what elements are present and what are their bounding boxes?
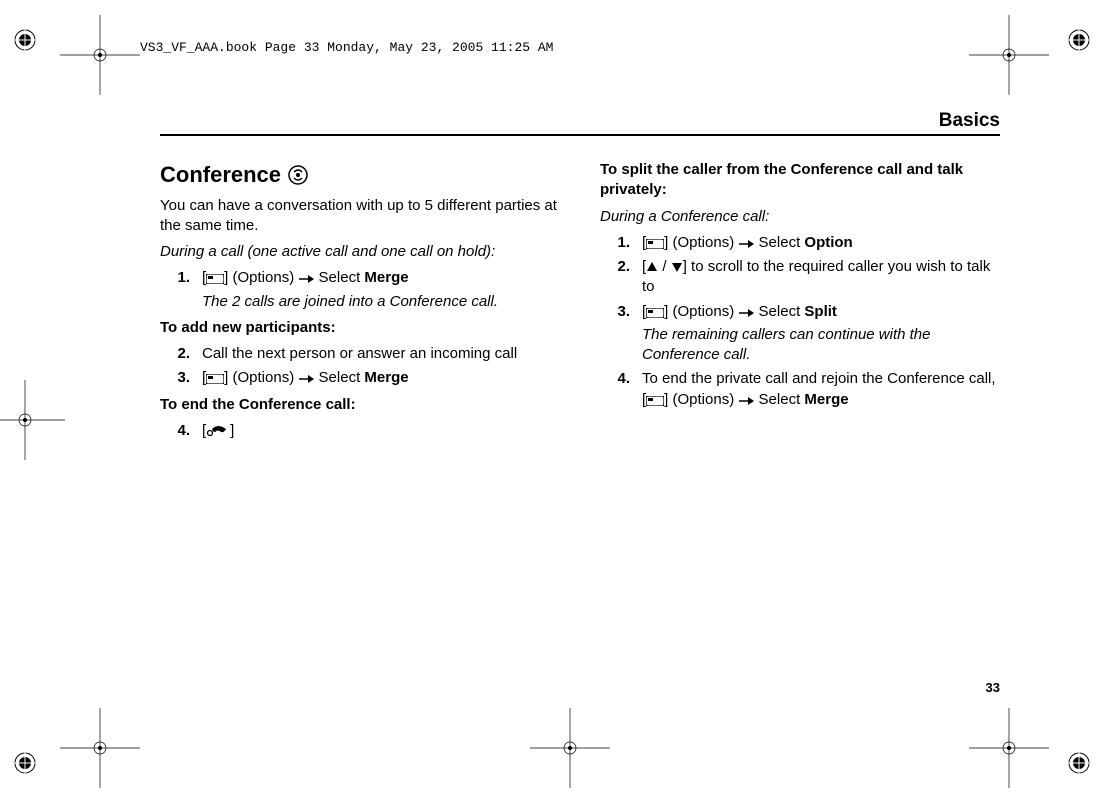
sub-heading: To add new participants: xyxy=(160,318,560,338)
step-bold: Split xyxy=(804,303,837,320)
column-left: Conference You can have a conversation w… xyxy=(160,160,560,445)
step-text: Select xyxy=(754,234,804,251)
crop-mark-icon xyxy=(60,708,140,788)
crop-header: VS3_VF_AAA.book Page 33 Monday, May 23, … xyxy=(140,40,553,55)
softkey-icon xyxy=(646,396,664,406)
sub-heading: To split the caller from the Conference … xyxy=(600,160,1000,201)
step-r2: 2. [ / ] to scroll to the required calle… xyxy=(600,257,1000,298)
registration-mark-icon xyxy=(10,25,40,55)
step-r3: 3. [] (Options) Select Split The remaini… xyxy=(600,302,1000,366)
nav-down-icon xyxy=(671,261,683,273)
registration-mark-icon xyxy=(1064,748,1094,778)
softkey-icon xyxy=(206,274,224,284)
step-number: 2. xyxy=(160,344,202,364)
step-bold: Merge xyxy=(804,391,848,408)
step-text: To end the private call and rejoin the C… xyxy=(642,370,996,387)
arrow-right-icon xyxy=(738,308,754,318)
step-number: 3. xyxy=(160,368,202,388)
step-number: 1. xyxy=(600,233,642,253)
crop-mark-icon xyxy=(969,708,1049,788)
step-text: Select xyxy=(754,303,804,320)
softkey-icon xyxy=(646,239,664,249)
crop-mark-icon xyxy=(969,15,1049,95)
context-text: During a call (one active call and one c… xyxy=(160,242,560,262)
step-r1: 1. [] (Options) Select Option xyxy=(600,233,1000,253)
crop-mark-icon xyxy=(530,708,610,788)
arrow-right-icon xyxy=(738,239,754,249)
step-result: The remaining callers can continue with … xyxy=(642,325,1000,366)
end-call-key-icon xyxy=(206,423,230,437)
step-2: 2. Call the next person or answer an inc… xyxy=(160,344,560,364)
step-text: (Options) xyxy=(668,391,738,408)
step-text: (Options) xyxy=(228,269,298,286)
step-3: 3. [] (Options) Select Merge xyxy=(160,368,560,388)
registration-mark-icon xyxy=(10,748,40,778)
section-heading: Basics xyxy=(160,110,1000,136)
page-number: 33 xyxy=(986,680,1000,695)
page-body: Basics Conference You can have a convers… xyxy=(160,110,1000,445)
conference-title-text: Conference xyxy=(160,160,281,190)
crop-mark-icon xyxy=(0,380,65,460)
step-bold: Merge xyxy=(364,369,408,386)
step-bold: Merge xyxy=(364,269,408,286)
nav-up-icon xyxy=(646,261,658,273)
step-text: to scroll to the required caller you wis… xyxy=(642,258,990,295)
arrow-right-icon xyxy=(738,396,754,406)
conference-icon xyxy=(287,164,309,186)
arrow-right-icon xyxy=(298,374,314,384)
arrow-right-icon xyxy=(298,274,314,284)
step-number: 2. xyxy=(600,257,642,298)
step-text: (Options) xyxy=(668,234,738,251)
step-r4: 4. To end the private call and rejoin th… xyxy=(600,369,1000,410)
step-text: (Options) xyxy=(668,303,738,320)
registration-mark-icon xyxy=(1064,25,1094,55)
softkey-icon xyxy=(206,374,224,384)
step-number: 1. xyxy=(160,268,202,312)
conference-heading: Conference xyxy=(160,160,560,190)
step-number: 4. xyxy=(600,369,642,410)
intro-text: You can have a conversation with up to 5… xyxy=(160,196,560,237)
softkey-icon xyxy=(646,308,664,318)
context-text: During a Conference call: xyxy=(600,207,1000,227)
step-4: 4. [] xyxy=(160,421,560,441)
step-1: 1. [] (Options) Select Merge The 2 calls… xyxy=(160,268,560,312)
step-text: Select xyxy=(314,269,364,286)
sub-heading: To end the Conference call: xyxy=(160,395,560,415)
column-right: To split the caller from the Conference … xyxy=(600,160,1000,445)
step-result: The 2 calls are joined into a Conference… xyxy=(202,292,560,312)
step-bold: Option xyxy=(804,234,852,251)
step-text: Call the next person or answer an incomi… xyxy=(202,344,560,364)
step-number: 3. xyxy=(600,302,642,366)
step-text: Select xyxy=(314,369,364,386)
crop-mark-icon xyxy=(60,15,140,95)
step-text: Select xyxy=(754,391,804,408)
step-text: (Options) xyxy=(228,369,298,386)
step-number: 4. xyxy=(160,421,202,441)
